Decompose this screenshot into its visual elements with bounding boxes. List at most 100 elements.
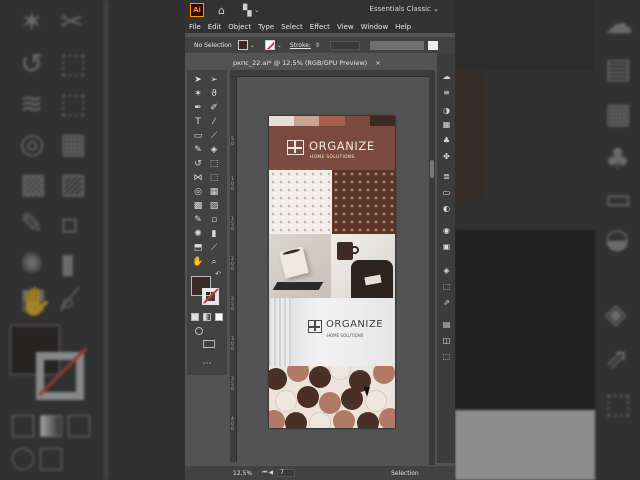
gradient-panel-icon[interactable]: ▭ [441, 187, 452, 198]
magic-wand-tool-icon[interactable]: ✶ [192, 88, 204, 100]
document-tab[interactable]: ркпс_22.ai* @ 12,5% (RGB/GPU Preview) × [230, 56, 381, 70]
artboard-nav-first-prev-icon[interactable]: ⏮◀ [262, 469, 274, 477]
menu-edit[interactable]: Edit [208, 23, 222, 31]
rotate-tool-icon[interactable]: ↺ [192, 158, 204, 170]
artboard-number-field[interactable]: 7 [277, 469, 296, 477]
warp-icon: ≋ [20, 87, 44, 120]
eyedropper-tool-icon[interactable]: ✎ [192, 214, 204, 226]
properties-icon[interactable]: ≡ [441, 87, 452, 98]
symbols-icon[interactable]: ✤ [441, 151, 452, 162]
eraser-tool-icon[interactable]: ◈ [208, 144, 220, 156]
mesh-tool-icon[interactable]: ▩ [192, 200, 204, 212]
menu-select[interactable]: Select [281, 23, 303, 31]
ruler-blurred [104, 0, 108, 480]
blurred-toolbar [455, 0, 595, 70]
vertical-scrollbar[interactable] [429, 70, 435, 465]
home-icon[interactable]: ⌂ [218, 4, 225, 17]
variable-width-profile[interactable] [369, 40, 424, 50]
hand-tool-icon[interactable]: ✋ [192, 256, 204, 268]
screen-mode-button[interactable] [203, 340, 215, 348]
status-bar: 12,5% ⏮◀ 7 Selection [185, 466, 455, 480]
curvature-tool-icon[interactable]: ✐ [208, 102, 220, 114]
transform-icon[interactable]: ⬚ [441, 351, 452, 362]
gradient-mode-button[interactable] [203, 313, 211, 321]
gradient-icon: ▨ [60, 167, 87, 200]
free-transform-tool-icon[interactable]: ⬚ [208, 172, 220, 184]
zoom-level[interactable]: 12,5% [233, 470, 252, 477]
draw-mode-button[interactable] [195, 327, 203, 335]
stroke-weight-field[interactable] [329, 40, 360, 50]
type-tool-icon[interactable]: T [192, 116, 204, 128]
symbol-sprayer-tool-icon[interactable]: ✺ [192, 228, 204, 240]
swap-colors-icon[interactable]: ↶ [212, 268, 224, 280]
coaster [297, 386, 319, 408]
color-panel-icon[interactable]: ◑ [441, 105, 452, 116]
brush-definition[interactable] [427, 40, 438, 50]
ruler-mark: 200 [231, 257, 234, 272]
direct-selection-tool-icon[interactable]: ➢ [208, 74, 220, 86]
export-icon: ⇗ [605, 342, 629, 375]
links-icon: ⬚ [605, 387, 632, 420]
rectangle-tool-icon[interactable]: ▭ [192, 130, 204, 142]
selection-tool-icon[interactable]: ➤ [192, 74, 204, 86]
pathfinder-icon[interactable]: ◫ [441, 335, 452, 346]
brushes-icon: ♣ [605, 142, 631, 175]
close-tab-icon[interactable]: × [375, 59, 380, 67]
zoom-tool-icon[interactable]: ⌕ [208, 256, 220, 268]
palette-swatch-5 [369, 116, 395, 126]
stroke-color-swatch[interactable] [264, 40, 275, 50]
chevron-down-icon[interactable]: ⌄ [254, 7, 259, 14]
menu-object[interactable]: Object [228, 23, 251, 31]
appearance-icon[interactable]: ◉ [441, 225, 452, 236]
fill-color-swatch[interactable] [237, 40, 248, 50]
stroke-label[interactable]: Stroke: [290, 42, 311, 49]
slice-tool-icon[interactable]: ⟋ [208, 242, 220, 254]
gradient-mode-blurred [40, 415, 62, 437]
graphic-styles-icon[interactable]: ▣ [441, 241, 452, 252]
workspace-switcher[interactable]: Essentials Classic ⌄ [369, 5, 439, 13]
blend-tool-icon[interactable]: ▫ [208, 214, 220, 226]
menu-type[interactable]: Type [258, 23, 274, 31]
lasso-tool-icon[interactable]: ϑ [208, 88, 220, 100]
color-palette [269, 116, 395, 126]
cc-libraries-icon[interactable]: ☁ [441, 71, 452, 82]
menu-effect[interactable]: Effect [310, 23, 330, 31]
shaper-tool-icon[interactable]: ✎ [192, 144, 204, 156]
paintbrush-tool-icon[interactable]: ⟋ [208, 130, 220, 142]
asset-export-icon[interactable]: ⇗ [441, 297, 452, 308]
palette-swatch-4 [344, 116, 370, 126]
stroke-chevron-icon[interactable]: ⌄ [277, 42, 282, 49]
edit-toolbar-icon[interactable]: ⋯ [201, 358, 213, 370]
menu-view[interactable]: View [337, 23, 354, 31]
arrange-documents-icon[interactable]: ▚ [243, 4, 251, 17]
stroke-panel-icon[interactable]: ≣ [441, 171, 452, 182]
perspective-grid-tool-icon[interactable]: ▦ [208, 186, 220, 198]
stroke-stepper-icon[interactable]: ⇕ [315, 42, 320, 49]
fill-chevron-icon[interactable]: ⌄ [250, 42, 255, 49]
scale-tool-icon[interactable]: ⬚ [208, 158, 220, 170]
brushes-icon[interactable]: ♣ [441, 135, 452, 146]
width-tool-icon[interactable]: ⋈ [192, 172, 204, 184]
menu-window[interactable]: Window [361, 23, 389, 31]
coaster [269, 410, 285, 428]
column-graph-tool-icon[interactable]: ▮ [208, 228, 220, 240]
swatches-icon[interactable]: ▦ [441, 119, 452, 130]
artboard[interactable]: ORGANIZE HOME SOLUTIONS ORGANIZE HOME SO… [269, 116, 395, 428]
artboard-tool-icon[interactable]: ⬒ [192, 242, 204, 254]
menu-file[interactable]: File [189, 23, 201, 31]
shape-builder-tool-icon[interactable]: ◎ [192, 186, 204, 198]
menu-help[interactable]: Help [395, 23, 411, 31]
none-mode-button[interactable] [215, 313, 223, 321]
layers-icon[interactable]: ◈ [441, 265, 452, 276]
scroll-thumb[interactable] [430, 160, 434, 178]
mesh-icon: ▩ [20, 167, 47, 200]
color-mode-button[interactable] [191, 313, 199, 321]
gradient-tool-icon[interactable]: ▨ [208, 200, 220, 212]
line-tool-icon[interactable]: ⁄ [208, 116, 220, 128]
align-icon[interactable]: ▤ [441, 319, 452, 330]
coaster [373, 366, 395, 384]
pen-tool-icon[interactable]: ✒ [192, 102, 204, 114]
coaster [287, 366, 309, 382]
artboards-icon[interactable]: ⬚ [441, 281, 452, 292]
transparency-icon[interactable]: ◐ [441, 203, 452, 214]
